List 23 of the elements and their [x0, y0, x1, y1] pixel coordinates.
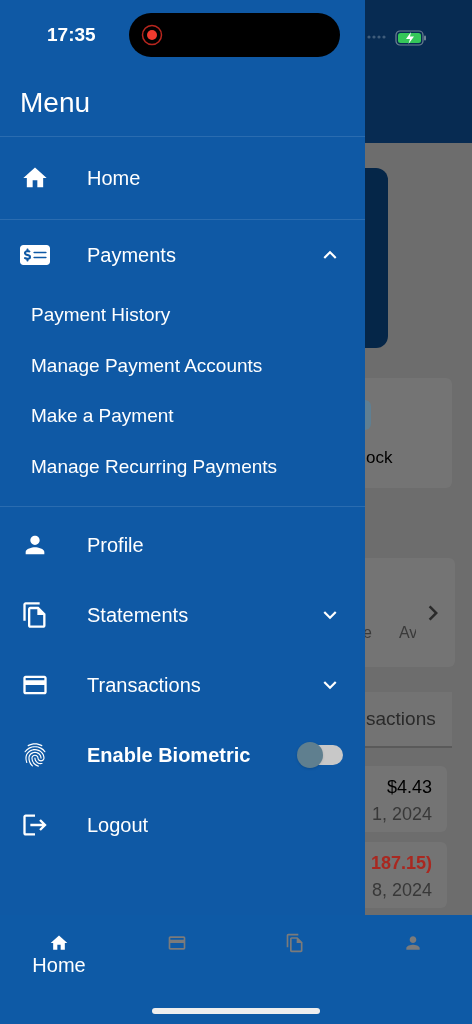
submenu-item[interactable]: Manage Recurring Payments — [0, 441, 365, 492]
credit-card-icon — [167, 933, 187, 953]
transaction-date: 1, 2024 — [371, 803, 432, 826]
menu-item-label: Statements — [87, 603, 189, 628]
submenu-item[interactable]: Payment History — [0, 290, 365, 341]
menu-item-label: Logout — [87, 813, 149, 838]
status-time: 17:35 — [47, 22, 96, 47]
menu-item-label: Payments — [87, 243, 176, 268]
submenu-item[interactable]: Make a Payment — [0, 391, 365, 442]
menu-item-label: Enable Biometric — [87, 743, 251, 768]
battery-icon — [395, 30, 427, 46]
drawer-title: Menu — [20, 86, 91, 120]
home-icon — [49, 933, 69, 953]
menu-item-label: Home — [87, 166, 141, 191]
transaction-amount: $4.43 — [386, 776, 432, 799]
tile-label: ock — [366, 447, 394, 469]
transaction-amount: 187.15) — [370, 852, 432, 875]
nav-tab[interactable]: Home — [0, 933, 118, 985]
menu-item-label: Profile — [87, 533, 144, 558]
menu-item-label: Transactions — [87, 673, 201, 698]
documents-icon — [285, 933, 305, 953]
transaction-date: 8, 2024 — [371, 879, 432, 902]
submenu-item[interactable]: Manage Payment Accounts — [0, 340, 365, 391]
